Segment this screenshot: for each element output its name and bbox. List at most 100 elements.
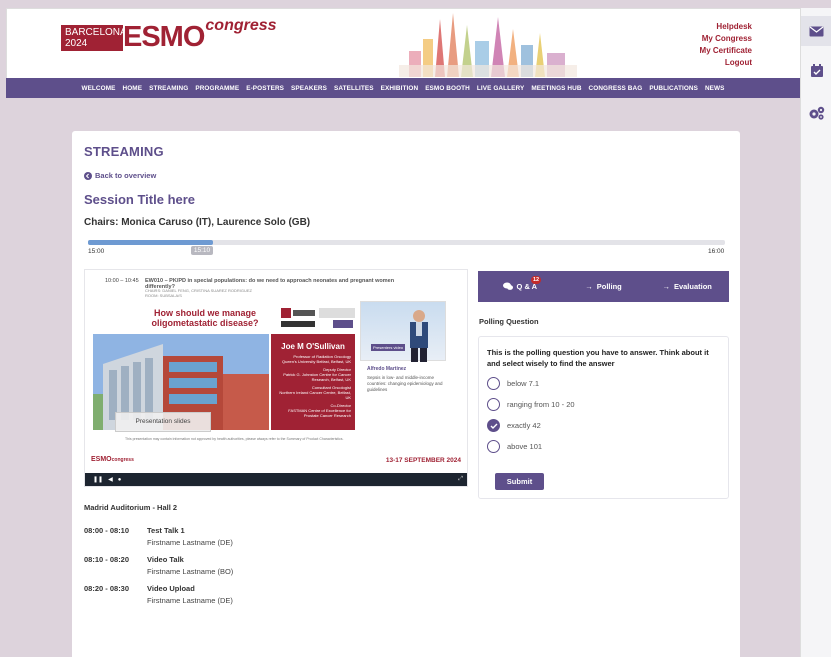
timeline-start-time: 15:00 — [88, 248, 105, 255]
nav-welcome[interactable]: WELCOME — [81, 85, 115, 92]
radio-button[interactable] — [487, 440, 500, 453]
footer-brand: ESMO — [91, 456, 112, 463]
pip-caption: Alfredo Martinez Sepsis in low- and midd… — [367, 366, 453, 393]
logo-year: 2024 — [65, 38, 88, 49]
pip-label: Presenters video — [371, 344, 406, 351]
nav-news[interactable]: NEWS — [705, 85, 725, 92]
calendar-check-icon[interactable] — [801, 56, 831, 86]
helpdesk-link[interactable]: Helpdesk — [700, 21, 752, 33]
back-arrow-icon — [84, 171, 92, 180]
talk-speaker: Firstname Lastname (BO) — [147, 567, 234, 576]
talk-title: Test Talk 1 — [147, 526, 185, 535]
nav-streaming[interactable]: STREAMING — [149, 85, 188, 92]
logo-brand: ESMO — [123, 21, 205, 53]
tab-polling-label: Polling — [596, 282, 622, 291]
talk-title: Video Talk — [147, 555, 184, 564]
nav-speakers[interactable]: SPEAKERS — [291, 85, 327, 92]
slide-footer-dates: 13-17 SEPTEMBER 2024 — [385, 457, 461, 464]
speaker-line: Northern Ireland Cancer Centre, Belfast,… — [279, 390, 351, 400]
logo-suffix: congress — [205, 17, 277, 34]
session-timeline[interactable] — [88, 240, 725, 245]
talk-speaker: Firstname Lastname (DE) — [147, 596, 233, 605]
logout-link[interactable]: Logout — [700, 57, 752, 69]
tab-evaluation[interactable]: → Evaluation — [645, 271, 729, 302]
barcelona-skyline-illustration — [399, 13, 577, 77]
streaming-card: STREAMING Back to overview Session Title… — [72, 131, 740, 657]
radio-button[interactable] — [487, 398, 500, 411]
pause-icon[interactable]: ❚❚ — [93, 476, 103, 483]
poll-option[interactable]: below 7.1 — [487, 377, 720, 390]
speaker-line: Patrick G. Johnston Centre for Cancer Re… — [283, 372, 351, 382]
tab-polling[interactable]: → Polling — [562, 271, 646, 302]
presenter-video-pip[interactable]: Presenters video — [360, 301, 446, 362]
poll-option[interactable]: ranging from 10 - 20 — [487, 398, 720, 411]
slide-room: ROOM: SUBSALA/S — [145, 293, 182, 298]
radio-button[interactable] — [487, 377, 500, 390]
talk-speaker: Firstname Lastname (DE) — [147, 538, 233, 547]
talk-time: 08:20 - 08:30 — [84, 584, 130, 593]
nav-e-posters[interactable]: E-POSTERS — [246, 85, 284, 92]
presentation-slides-button[interactable]: Presentation slides — [115, 412, 211, 432]
logo-city-badge: BARCELONA 2024 — [61, 25, 127, 51]
submit-button[interactable]: Submit — [495, 473, 544, 490]
talk-title: Video Upload — [147, 584, 195, 593]
mail-icon[interactable] — [801, 16, 831, 46]
tab-qa[interactable]: Q & A 12 — [478, 271, 562, 302]
slide-speaker-details: Professor of Radiation Oncology Queen's … — [275, 354, 351, 418]
university-logos — [281, 308, 355, 328]
nav-meetings-hub[interactable]: MEETINGS HUB — [531, 85, 581, 92]
slide-question: How should we manage oligometastatic dis… — [151, 308, 259, 328]
nav-esmo-booth[interactable]: ESMO BOOTH — [425, 85, 470, 92]
slide-subheader: CHAIRS: DANIEL FENG, CRISTINA SUAREZ ROD… — [145, 288, 252, 298]
polling-card: This is the polling question you have to… — [478, 336, 729, 499]
slide-speaker-name: Joe M O'Sullivan — [281, 342, 345, 351]
settings-icon[interactable] — [801, 98, 831, 128]
page-title: STREAMING — [84, 144, 164, 159]
slide-time: 10:00 – 10:45 — [105, 278, 139, 284]
nav-satellites[interactable]: SATELLITES — [334, 85, 374, 92]
chat-bubbles-icon — [502, 282, 513, 290]
scrubber-dot-icon[interactable]: ● — [118, 477, 122, 483]
timeline-end-time: 16:00 — [708, 248, 725, 255]
poll-option-label: exactly 42 — [507, 421, 541, 430]
poll-option-label: below 7.1 — [507, 379, 540, 388]
interaction-tabs: Q & A 12 → Polling → Evaluation — [478, 271, 729, 302]
session-title: Session Title here — [84, 192, 196, 207]
right-sidebar — [800, 8, 831, 657]
room-name: Madrid Auditorium - Hall 2 — [84, 503, 178, 512]
back-link-label: Back to overview — [95, 171, 157, 180]
nav-exhibition[interactable]: EXHIBITION — [381, 85, 419, 92]
radio-button-checked[interactable] — [487, 419, 500, 432]
nav-congress-bag[interactable]: CONGRESS BAG — [589, 85, 643, 92]
poll-option[interactable]: above 101 — [487, 440, 720, 453]
fullscreen-icon[interactable]: ⤢ — [458, 476, 463, 483]
my-certificate-link[interactable]: My Certificate — [700, 45, 752, 57]
tab-evaluation-label: Evaluation — [673, 282, 712, 291]
nav-programme[interactable]: PROGRAMME — [195, 85, 239, 92]
volume-icon[interactable]: ◀ — [108, 476, 113, 483]
talk-time: 08:00 - 08:10 — [84, 526, 130, 535]
timeline-current-time: 15:10 — [190, 246, 214, 255]
nav-publications[interactable]: PUBLICATIONS — [649, 85, 698, 92]
slide-footer-logo: ESMOcongress — [91, 456, 134, 463]
back-to-overview-link[interactable]: Back to overview — [84, 171, 156, 180]
slide-header: 10:00 – 10:45 EW010 – PK/PD in special p… — [105, 278, 394, 290]
main-nav: WELCOME HOME STREAMING PROGRAMME E-POSTE… — [6, 78, 800, 98]
site-header: BARCELONA 2024 ESMO congress Helpdesk My… — [6, 8, 800, 78]
nav-live-gallery[interactable]: LIVE GALLERY — [477, 85, 524, 92]
footer-brand-suffix: congress — [111, 457, 134, 463]
slide-speaker-card: Joe M O'Sullivan Professor of Radiation … — [271, 334, 355, 430]
timeline-progress — [88, 240, 213, 245]
logo-city: BARCELONA — [65, 27, 127, 38]
arrow-right-icon: → — [585, 282, 593, 291]
poll-option-label: above 101 — [507, 442, 543, 451]
my-congress-link[interactable]: My Congress — [700, 33, 752, 45]
poll-option-label: ranging from 10 - 20 — [507, 400, 575, 409]
video-player[interactable]: 10:00 – 10:45 EW010 – PK/PD in special p… — [84, 269, 468, 487]
checkmark-icon — [490, 423, 497, 429]
esmo-logo[interactable]: BARCELONA 2024 ESMO congress — [61, 17, 277, 57]
account-links: Helpdesk My Congress My Certificate Logo… — [700, 21, 752, 69]
poll-option[interactable]: exactly 42 — [487, 419, 720, 432]
nav-home[interactable]: HOME — [123, 85, 143, 92]
session-chairs: Chairs: Monica Caruso (IT), Laurence Sol… — [84, 217, 311, 228]
